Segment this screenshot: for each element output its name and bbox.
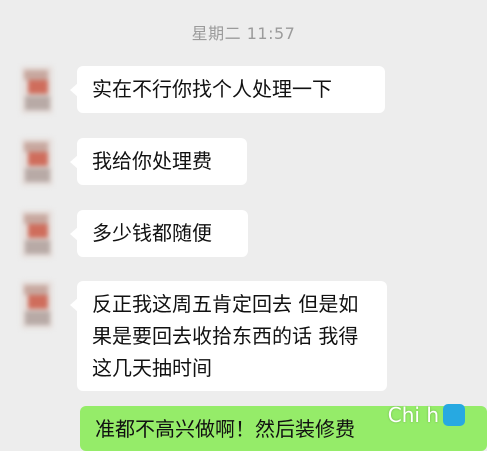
message-bubble[interactable]: 实在不行你找个人处理一下 (70, 66, 385, 113)
message-text-line: 果是要回去收拾东西的话 我得 (92, 324, 359, 348)
message-bubble[interactable]: 反正我这周五肯定回去 但是如 果是要回去收拾东西的话 我得 这几天抽时间 (70, 281, 387, 391)
message-text: 实在不行你找个人处理一下 (92, 77, 332, 101)
message-text-line: 这几天抽时间 (92, 356, 212, 380)
message-bubble[interactable]: 我给你处理费 (70, 138, 247, 185)
watermark-text: Chi h (387, 403, 439, 427)
message-text-line: 反正我这周五肯定回去 但是如 (92, 292, 359, 316)
message-text: 我给你处理费 (92, 149, 212, 173)
logo-icon (443, 404, 465, 426)
message-bubble[interactable]: 多少钱都随便 (70, 210, 248, 257)
message-text: 多少钱都随便 (92, 221, 212, 245)
avatar[interactable] (21, 138, 53, 186)
avatar[interactable] (21, 281, 53, 329)
watermark: Chi h (388, 403, 465, 427)
avatar[interactable] (21, 66, 53, 114)
message-text: 准都不高兴做啊！然后装修费 (95, 417, 355, 441)
avatar[interactable] (21, 210, 53, 258)
timestamp: 星期二 11:57 (191, 24, 296, 43)
